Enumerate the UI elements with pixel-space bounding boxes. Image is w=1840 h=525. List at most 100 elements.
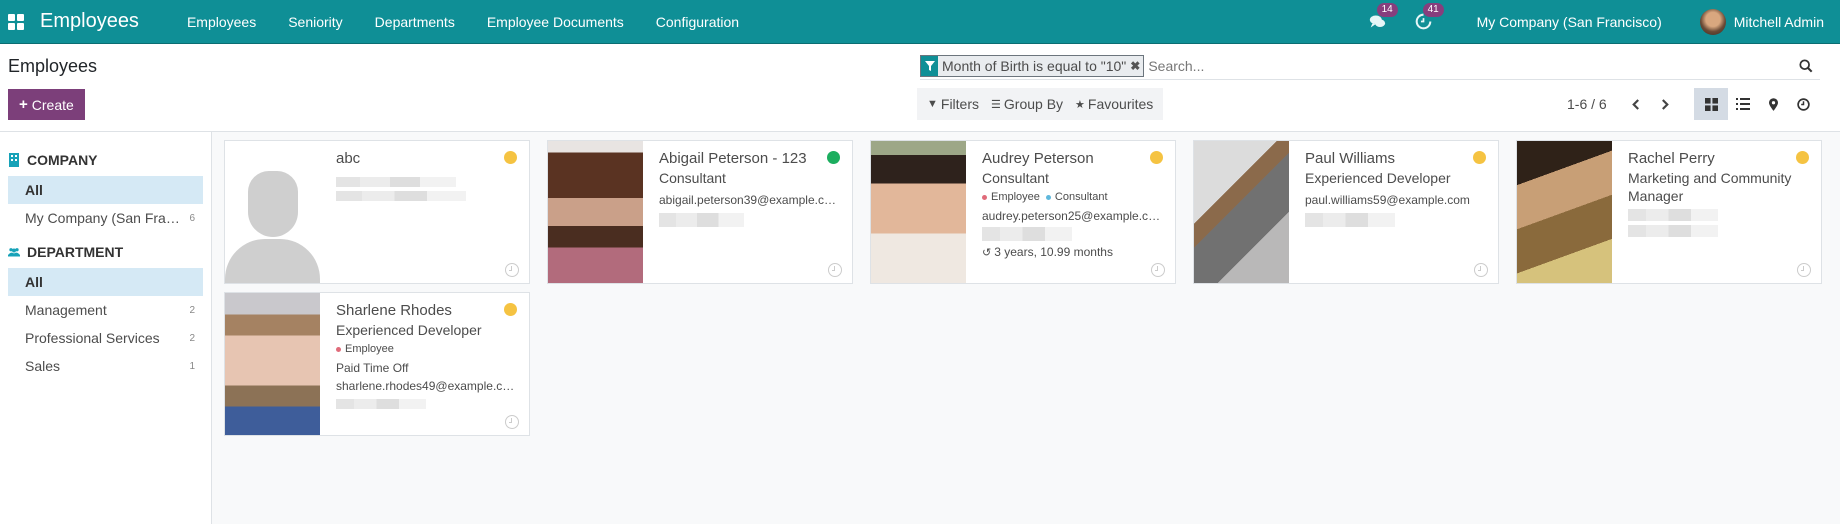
plus-icon: + bbox=[19, 96, 28, 113]
activity-clock-icon[interactable] bbox=[1151, 263, 1165, 277]
menu-employee-documents[interactable]: Employee Documents bbox=[471, 14, 640, 30]
company-filter-my-company[interactable]: My Company (San Francisco) 6 bbox=[8, 204, 203, 232]
filter-label: Management bbox=[25, 302, 107, 318]
pager-next-button[interactable] bbox=[1651, 89, 1681, 119]
activity-clock-icon[interactable] bbox=[1797, 263, 1811, 277]
activity-clock-icon[interactable] bbox=[828, 263, 842, 277]
activity-clock-icon[interactable] bbox=[505, 415, 519, 429]
employee-leave-status: Paid Time Off bbox=[336, 361, 409, 375]
redacted-field bbox=[336, 177, 456, 187]
filter-label: All bbox=[25, 182, 43, 198]
list-icon bbox=[1736, 98, 1750, 110]
employee-email: paul.williams59@example.com bbox=[1305, 193, 1470, 207]
group-by-label: Group By bbox=[1003, 96, 1064, 112]
presence-status-present[interactable] bbox=[827, 151, 840, 164]
activity-clock-icon[interactable] bbox=[505, 263, 519, 277]
presence-status-away[interactable] bbox=[504, 303, 517, 316]
employee-card[interactable]: Rachel Perry Marketing and Community Man… bbox=[1516, 140, 1822, 284]
activities-button[interactable]: 41 bbox=[1413, 2, 1444, 33]
employee-photo bbox=[548, 141, 643, 283]
redacted-field bbox=[1628, 225, 1718, 237]
users-icon bbox=[8, 245, 20, 259]
employee-job-title: Marketing and Community Manager bbox=[1628, 170, 1792, 204]
search-bar: Month of Birth is equal to "10" ✖ bbox=[920, 52, 1820, 80]
apps-menu-icon[interactable] bbox=[8, 13, 24, 30]
redacted-field bbox=[659, 213, 744, 227]
company-section-header: COMPANY bbox=[8, 144, 211, 176]
filter-icon: ▼ bbox=[927, 98, 938, 110]
remove-facet-icon[interactable]: ✖ bbox=[1130, 56, 1143, 76]
menu-configuration[interactable]: Configuration bbox=[640, 14, 755, 30]
activities-count-badge: 41 bbox=[1422, 2, 1444, 17]
employee-card[interactable]: Sharlene Rhodes Experienced Developer Em… bbox=[224, 292, 530, 436]
menu-employees[interactable]: Employees bbox=[171, 14, 272, 30]
presence-status-away[interactable] bbox=[1150, 151, 1163, 164]
top-navbar: Employees Employees Seniority Department… bbox=[0, 0, 1840, 44]
app-title[interactable]: Employees bbox=[40, 10, 139, 33]
messages-button[interactable]: 14 bbox=[1367, 2, 1398, 33]
facet-value: Month of Birth is equal to "10" bbox=[942, 57, 1127, 74]
employee-photo bbox=[871, 141, 966, 283]
employee-tags: Employee bbox=[336, 343, 517, 355]
chevron-left-icon bbox=[1632, 98, 1640, 110]
employee-card[interactable]: Audrey Peterson Consultant Employee Cons… bbox=[870, 140, 1176, 284]
filter-label: Professional Services bbox=[25, 330, 160, 346]
search-panel: COMPANY All My Company (San Francisco) 6… bbox=[0, 132, 212, 524]
map-view-button[interactable] bbox=[1758, 88, 1788, 120]
filter-count: 2 bbox=[189, 332, 195, 344]
employee-seniority: ↺ 3 years, 10.99 months bbox=[982, 245, 1113, 259]
list-view-button[interactable] bbox=[1728, 88, 1758, 120]
favourites-label: Favourites bbox=[1087, 96, 1154, 112]
filter-count: 1 bbox=[189, 360, 195, 372]
create-button[interactable]: + Create bbox=[8, 89, 85, 120]
redacted-field bbox=[1305, 213, 1395, 227]
employee-card[interactable]: Paul Williams Experienced Developer paul… bbox=[1193, 140, 1499, 284]
employee-tags: Employee Consultant bbox=[982, 191, 1163, 203]
view-switcher bbox=[1694, 88, 1818, 120]
tag-consultant: Consultant bbox=[1045, 191, 1108, 203]
department-filter-professional-services[interactable]: Professional Services 2 bbox=[8, 324, 203, 352]
employee-email: sharlene.rhodes49@example.com bbox=[336, 379, 517, 393]
company-switcher[interactable]: My Company (San Francisco) bbox=[1477, 14, 1662, 30]
kanban-view: abc Abigail Peterson - 123 Consultant ab… bbox=[212, 132, 1840, 524]
activity-view-button[interactable] bbox=[1788, 88, 1818, 120]
building-icon bbox=[8, 153, 20, 167]
filter-label: All bbox=[25, 274, 43, 290]
messages-count-badge: 14 bbox=[1376, 2, 1398, 17]
employee-photo bbox=[1517, 141, 1612, 283]
activity-clock-icon[interactable] bbox=[1474, 263, 1488, 277]
department-filter-management[interactable]: Management 2 bbox=[8, 296, 203, 324]
user-menu[interactable]: Mitchell Admin bbox=[1699, 8, 1824, 35]
employee-name: Audrey Peterson bbox=[982, 150, 1094, 167]
employee-photo bbox=[225, 293, 320, 435]
kanban-view-button[interactable] bbox=[1694, 88, 1728, 120]
filter-icon bbox=[921, 55, 938, 76]
department-filter-all[interactable]: All bbox=[8, 268, 203, 296]
pager-value[interactable]: 1-6 / 6 bbox=[1567, 96, 1607, 112]
employee-card[interactable]: abc bbox=[224, 140, 530, 284]
pager-previous-button[interactable] bbox=[1621, 89, 1651, 119]
department-header-label: DEPARTMENT bbox=[27, 244, 124, 260]
presence-status-away[interactable] bbox=[504, 151, 517, 164]
pager: 1-6 / 6 bbox=[1567, 88, 1681, 120]
filter-label: Sales bbox=[25, 358, 61, 374]
group-by-button[interactable]: ☰ Group By bbox=[985, 96, 1069, 112]
filters-button[interactable]: ▼ Filters bbox=[921, 96, 985, 112]
presence-status-away[interactable] bbox=[1473, 151, 1486, 164]
search-icon[interactable] bbox=[1796, 56, 1816, 76]
menu-departments[interactable]: Departments bbox=[359, 14, 471, 30]
star-icon: ★ bbox=[1075, 98, 1085, 111]
control-panel: Employees + Create Month of Birth is equ… bbox=[0, 44, 1840, 132]
menu-seniority[interactable]: Seniority bbox=[272, 14, 358, 30]
employee-photo bbox=[1194, 141, 1289, 283]
search-input[interactable] bbox=[1144, 57, 1796, 74]
favourites-button[interactable]: ★ Favourites bbox=[1069, 96, 1159, 112]
presence-status-away[interactable] bbox=[1796, 151, 1809, 164]
company-filter-all[interactable]: All bbox=[8, 176, 203, 204]
filter-count: 6 bbox=[189, 212, 195, 224]
employee-card[interactable]: Abigail Peterson - 123 Consultant abigai… bbox=[547, 140, 853, 284]
employee-job-title: Experienced Developer bbox=[1305, 170, 1451, 186]
redacted-field bbox=[1628, 209, 1718, 221]
main-menu: Employees Seniority Departments Employee… bbox=[171, 14, 755, 30]
department-filter-sales[interactable]: Sales 1 bbox=[8, 352, 203, 380]
